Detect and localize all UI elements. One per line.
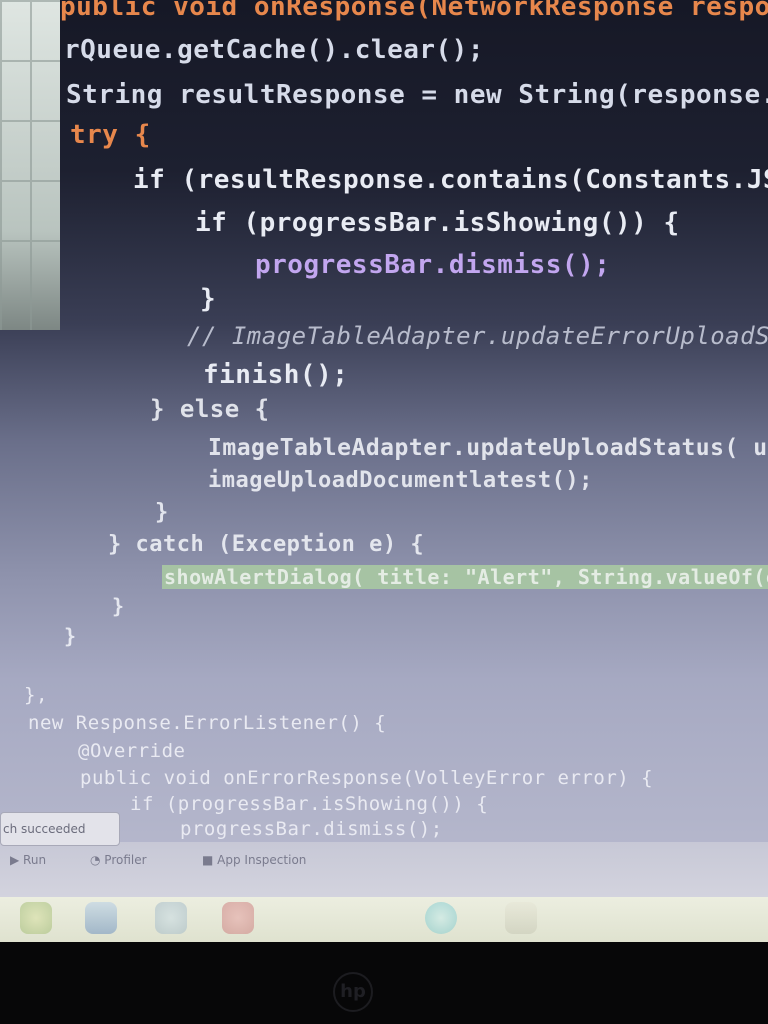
media-icon[interactable] (155, 902, 187, 934)
paint-icon[interactable] (222, 902, 254, 934)
gauge-icon: ◔ (90, 853, 105, 867)
toast-text: ch succeeded (3, 822, 86, 836)
profiler-tab[interactable]: ◔ Profiler (90, 853, 147, 867)
code-line-24[interactable]: progressBar.dismiss(); (180, 818, 443, 840)
code-line-3[interactable]: String resultResponse = new String(respo… (66, 80, 768, 110)
code-line-18[interactable]: } (64, 624, 77, 648)
app-inspection-tab[interactable]: ■ App Inspection (202, 853, 306, 867)
app-icon[interactable] (505, 902, 537, 934)
code-line-19[interactable]: }, (24, 684, 48, 706)
folder-icon[interactable] (85, 902, 117, 934)
code-line-8[interactable]: } (200, 284, 216, 314)
app-inspection-tab-label: App Inspection (217, 853, 307, 867)
code-line-11[interactable]: } else { (150, 395, 270, 423)
run-tab[interactable]: ▶ Run (10, 853, 46, 867)
code-line-1[interactable]: public void onResponse(NetworkResponse r… (60, 0, 768, 22)
inspect-icon: ■ (202, 853, 218, 867)
code-line-15[interactable]: } catch (Exception e) { (108, 532, 424, 557)
run-tab-label: Run (23, 853, 47, 867)
tool-window-bar (0, 842, 768, 897)
code-line-14[interactable]: } (155, 500, 169, 525)
code-line-21[interactable]: @Override (78, 740, 185, 762)
chrome-icon[interactable] (20, 902, 52, 934)
hp-logo: hp (333, 972, 373, 1012)
code-line-4[interactable]: try { (70, 120, 151, 150)
code-line-22[interactable]: public void onErrorResponse(VolleyError … (80, 767, 653, 789)
code-line-7[interactable]: progressBar.dismiss(); (255, 250, 610, 280)
code-line-10[interactable]: finish(); (203, 360, 348, 390)
code-line-17[interactable]: } (112, 594, 125, 618)
code-line-20[interactable]: new Response.ErrorListener() { (28, 712, 386, 734)
code-line-13[interactable]: imageUploadDocumentlatest(); (208, 468, 593, 493)
code-editor[interactable]: public void onResponse(NetworkResponse r… (0, 0, 768, 850)
laptop-bezel (0, 942, 768, 1024)
code-line-9[interactable]: // ImageTableAdapter.updateErrorUploadSt… (187, 322, 768, 350)
code-line-6[interactable]: if (progressBar.isShowing()) { (195, 208, 680, 238)
code-line-2[interactable]: rQueue.getCache().clear(); (64, 35, 484, 65)
code-line-16[interactable]: showAlertDialog( title: "Alert", String.… (162, 565, 768, 589)
code-line-5[interactable]: if (resultResponse.contains(Constants.JS… (133, 165, 768, 195)
build-toast[interactable]: ch succeeded (0, 812, 120, 846)
edge-icon[interactable] (425, 902, 457, 934)
profiler-tab-label: Profiler (104, 853, 147, 867)
window-glare (0, 0, 60, 330)
code-line-12[interactable]: ImageTableAdapter.updateUploadStatus( up… (208, 435, 768, 461)
code-line-23[interactable]: if (progressBar.isShowing()) { (130, 793, 488, 815)
play-icon: ▶ (10, 853, 24, 867)
